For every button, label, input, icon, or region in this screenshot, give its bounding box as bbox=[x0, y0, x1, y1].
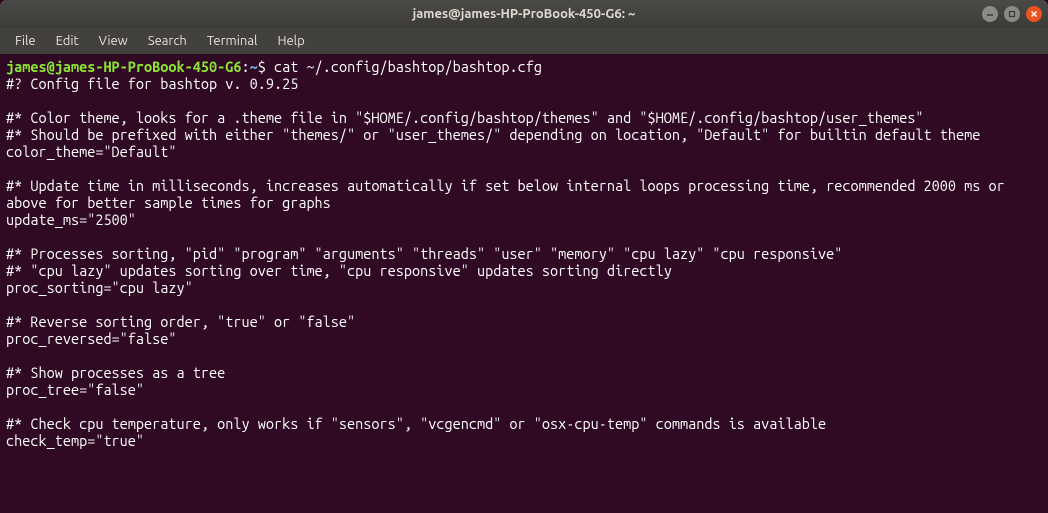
prompt-userhost: james@james-HP-ProBook-450-G6 bbox=[6, 58, 241, 75]
menu-view[interactable]: View bbox=[90, 31, 137, 51]
menu-edit[interactable]: Edit bbox=[47, 31, 88, 51]
menu-terminal[interactable]: Terminal bbox=[198, 31, 267, 51]
menu-search[interactable]: Search bbox=[139, 31, 196, 51]
menu-help[interactable]: Help bbox=[268, 31, 313, 51]
prompt-path: ~ bbox=[250, 58, 258, 75]
typed-command: cat ~/.config/bashtop/bashtop.cfg bbox=[274, 58, 542, 75]
window-title: james@james-HP-ProBook-450-G6: ~ bbox=[0, 7, 1048, 21]
minimize-button[interactable] bbox=[982, 6, 998, 22]
command-output: #? Config file for bashtop v. 0.9.25 #* … bbox=[6, 75, 1013, 449]
menubar: File Edit View Search Terminal Help bbox=[0, 28, 1048, 54]
close-button[interactable] bbox=[1026, 6, 1042, 22]
titlebar: james@james-HP-ProBook-450-G6: ~ bbox=[0, 0, 1048, 28]
terminal-output-area[interactable]: james@james-HP-ProBook-450-G6:~$ cat ~/.… bbox=[0, 54, 1048, 513]
window-controls bbox=[982, 6, 1042, 22]
minimize-icon bbox=[986, 10, 994, 18]
prompt-dollar: $ bbox=[258, 58, 274, 75]
maximize-button[interactable] bbox=[1004, 6, 1020, 22]
menu-file[interactable]: File bbox=[6, 31, 45, 51]
prompt-colon: : bbox=[241, 58, 249, 75]
maximize-icon bbox=[1008, 10, 1016, 18]
close-icon bbox=[1030, 10, 1038, 18]
